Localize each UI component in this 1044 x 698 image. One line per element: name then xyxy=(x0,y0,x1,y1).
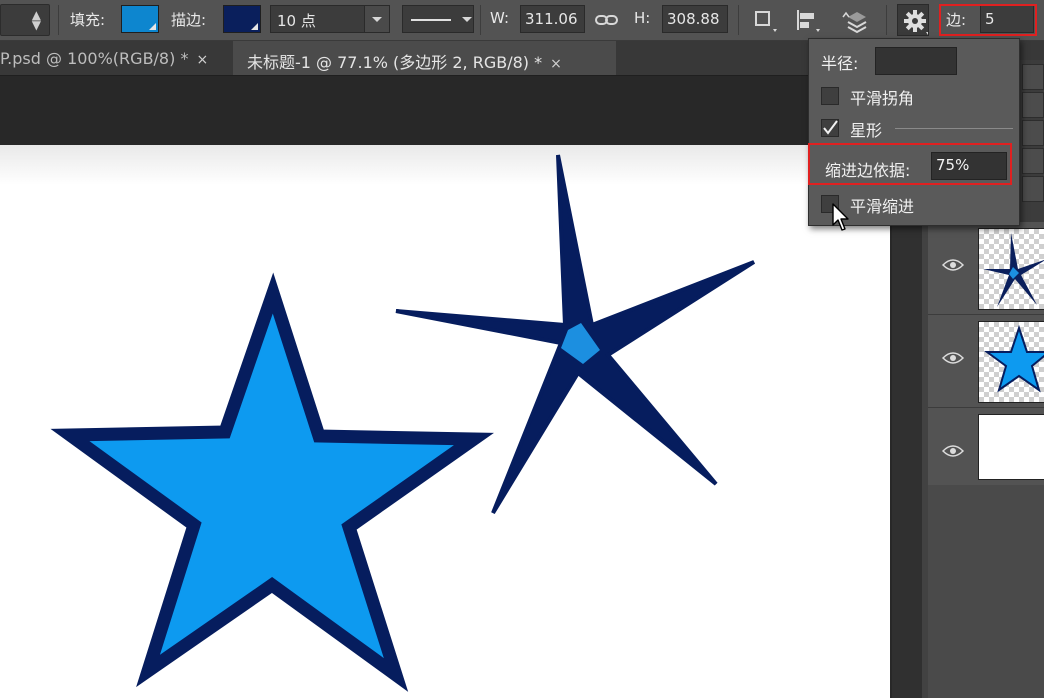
layers-panel-empty-area xyxy=(928,485,1044,698)
tool-preset-stepper[interactable]: ▲ ▼ xyxy=(0,4,50,36)
path-alignment-icon[interactable] xyxy=(793,5,823,35)
dropdown-corner-icon xyxy=(251,23,258,30)
tab-untitled-1[interactable]: 未标题-1 @ 77.1% (多边形 2, RGB/8) * × xyxy=(233,41,616,75)
radius-label: 半径: xyxy=(821,54,859,73)
divider xyxy=(886,5,887,35)
eye-icon[interactable] xyxy=(942,351,964,365)
five-point-star-shape[interactable] xyxy=(50,272,494,692)
mouse-cursor-icon xyxy=(832,203,849,231)
panel-tab-button[interactable] xyxy=(1022,92,1044,118)
eye-icon[interactable] xyxy=(942,444,964,458)
stroke-type-dropdown[interactable] xyxy=(402,5,474,33)
path-arrangement-icon[interactable] xyxy=(840,5,870,35)
radius-input[interactable] xyxy=(875,47,957,75)
dropdown-corner-icon xyxy=(149,23,156,30)
layer-thumbnail xyxy=(978,321,1044,403)
path-operations-icon[interactable] xyxy=(750,5,780,35)
link-icon[interactable] xyxy=(594,5,624,35)
smooth-indents-label: 平滑缩进 xyxy=(850,197,915,216)
options-bar: ▲ ▼ 填充: 描边: 10 点 W: 311.06 H: 308.88 边: … xyxy=(0,0,1044,41)
height-input[interactable]: 308.88 xyxy=(662,5,728,33)
panel-tab-button[interactable] xyxy=(1022,120,1044,146)
tab-title: 未标题-1 @ 77.1% (多边形 2, RGB/8) * xyxy=(247,53,543,72)
thin-star-thumbnail-icon xyxy=(983,233,1044,307)
close-icon[interactable]: × xyxy=(196,52,208,68)
divider xyxy=(58,5,59,35)
stroke-width-dropdown[interactable]: 10 点 xyxy=(270,5,390,33)
panel-tab-button[interactable] xyxy=(1022,64,1044,90)
panel-icon-strip xyxy=(1020,60,1044,222)
stroke-label: 描边: xyxy=(171,11,207,29)
sides-highlight-box xyxy=(939,4,1037,36)
width-input[interactable]: 311.06 xyxy=(520,5,585,33)
star-group-divider xyxy=(895,128,1013,129)
canvas-artwork xyxy=(0,145,890,692)
tab-p-psd[interactable]: P.psd @ 100%(RGB/8) * × xyxy=(0,41,232,75)
star-label: 星形 xyxy=(850,121,883,140)
divider xyxy=(480,5,481,35)
close-icon[interactable]: × xyxy=(550,56,562,72)
chevron-down-icon[interactable] xyxy=(364,6,389,32)
layer-row-polygon-2[interactable] xyxy=(928,222,1044,315)
canvas-shadow xyxy=(0,145,890,185)
checkmark-icon xyxy=(823,120,838,135)
fill-label: 填充: xyxy=(70,11,106,29)
height-label: H: xyxy=(634,9,651,27)
polygon-options-popup: 半径: 平滑拐角 星形 缩进边依据: 75% 平滑缩进 xyxy=(808,38,1020,231)
panel-tab-button[interactable] xyxy=(1022,148,1044,174)
star-thumbnail-icon xyxy=(983,324,1044,393)
smooth-corners-label: 平滑拐角 xyxy=(850,89,915,108)
layer-thumbnail xyxy=(978,414,1044,480)
eye-icon[interactable] xyxy=(942,258,964,272)
panel-tab-button[interactable] xyxy=(1022,176,1044,202)
layer-thumbnail xyxy=(978,228,1044,310)
width-label: W: xyxy=(490,9,510,27)
chevron-down-icon[interactable] xyxy=(455,6,473,32)
smooth-corners-checkbox[interactable] xyxy=(821,87,839,105)
fill-color-swatch[interactable] xyxy=(121,5,159,33)
gear-icon[interactable] xyxy=(897,4,929,36)
indent-highlight-box xyxy=(808,143,1012,185)
divider xyxy=(738,5,739,35)
stroke-color-swatch[interactable] xyxy=(223,5,261,33)
star-checkbox[interactable] xyxy=(821,119,839,137)
stroke-width-value: 10 点 xyxy=(277,12,316,30)
layer-row-polygon-1[interactable] xyxy=(928,315,1044,408)
tab-title: P.psd @ 100%(RGB/8) * xyxy=(0,49,189,68)
line-style-icon xyxy=(411,19,451,21)
document-canvas[interactable] xyxy=(0,145,890,698)
